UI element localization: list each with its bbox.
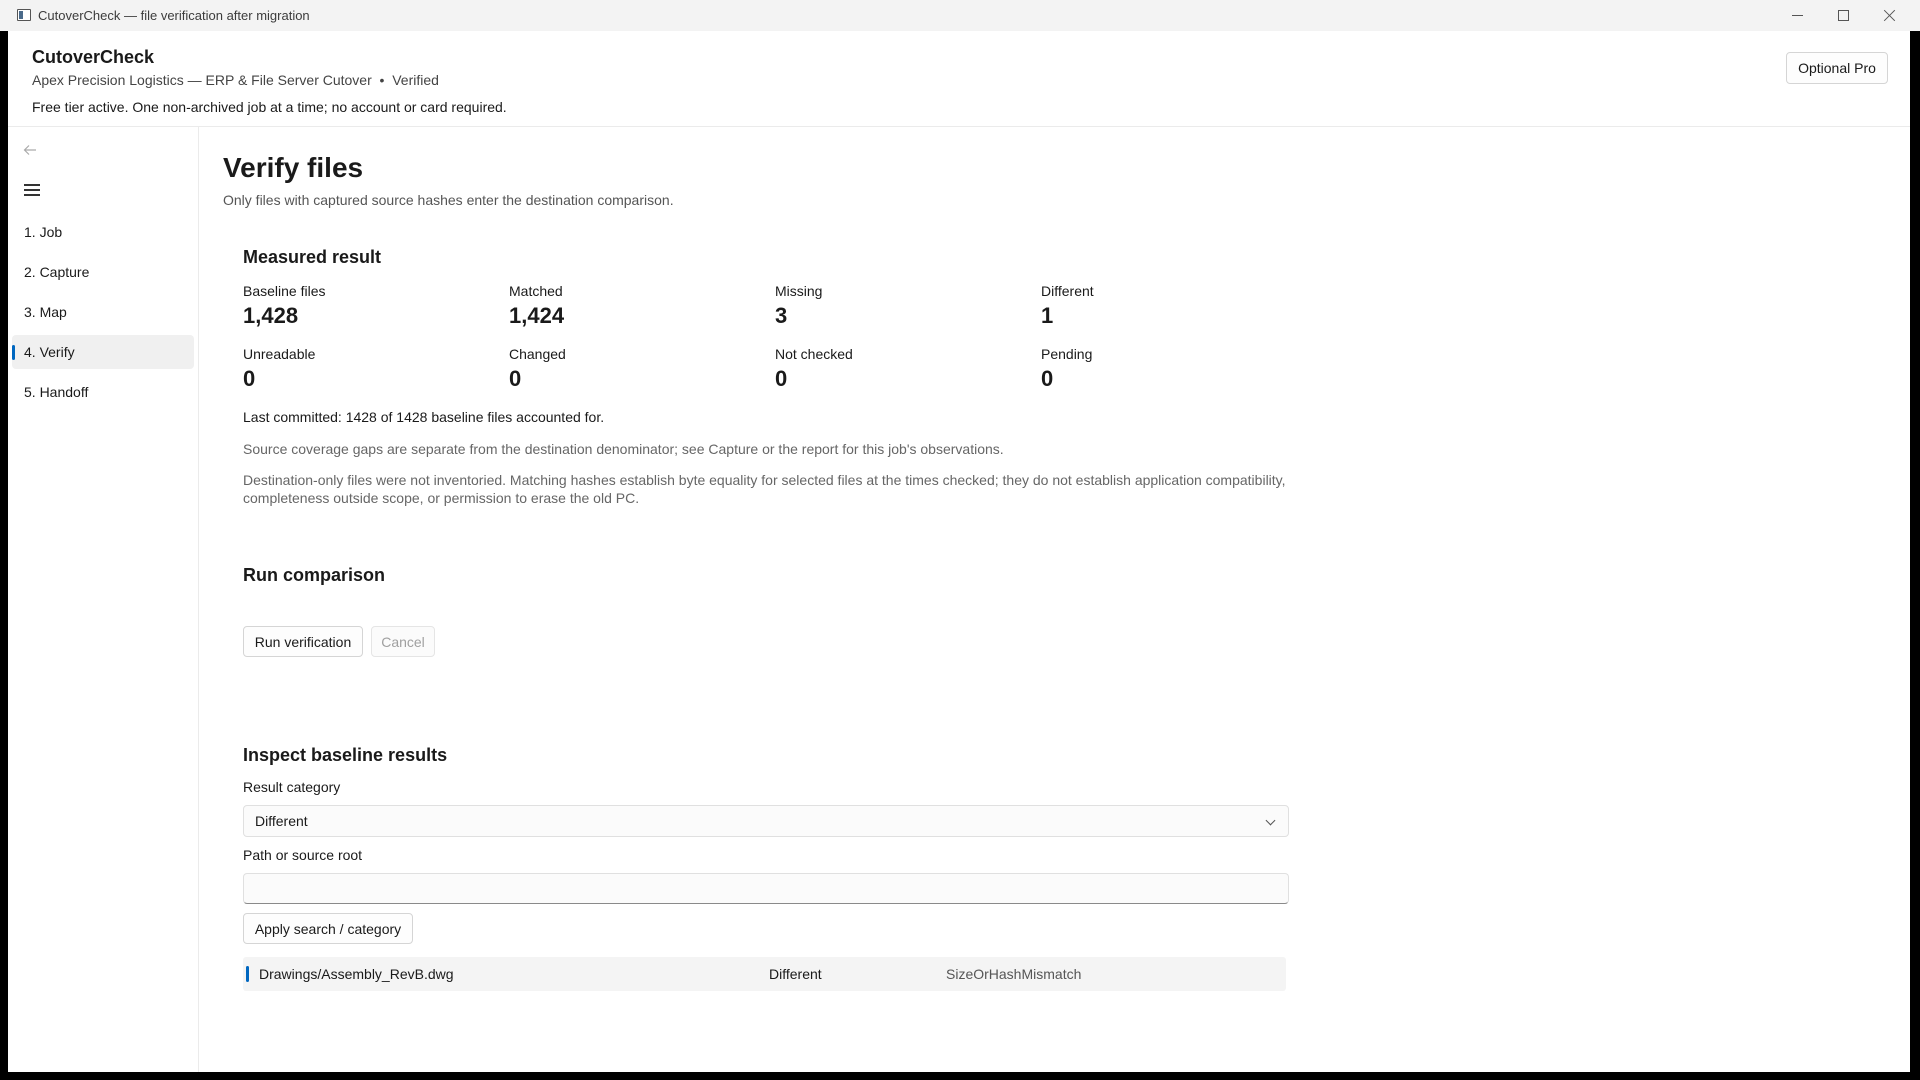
close-button[interactable] (1866, 0, 1912, 31)
metric-value: 1,428 (243, 303, 299, 328)
metric-not-checked: Not checked 0 (775, 346, 1015, 392)
run-comparison-heading: Run comparison (243, 565, 386, 585)
metric-value: 1 (1041, 303, 1054, 328)
app-name: CutoverCheck (32, 47, 155, 67)
nav-item-verify[interactable]: 4. Verify (12, 335, 194, 369)
tier-notice: Free tier active. One non-archived job a… (32, 99, 507, 115)
apply-search-button[interactable]: Apply search / category (243, 913, 413, 944)
metric-label: Different (1041, 283, 1094, 299)
selection-indicator (246, 966, 249, 982)
metric-pending: Pending 0 (1041, 346, 1281, 392)
nav-item-job[interactable]: 1. Job (12, 215, 194, 249)
metric-different: Different 1 (1041, 283, 1281, 329)
nav-item-map[interactable]: 3. Map (12, 295, 194, 329)
nav-item-capture[interactable]: 2. Capture (12, 255, 194, 289)
metric-label: Not checked (775, 346, 853, 362)
metric-matched: Matched 1,424 (509, 283, 749, 329)
optional-pro-button[interactable]: Optional Pro (1786, 52, 1888, 84)
run-verification-button[interactable]: Run verification (243, 626, 363, 657)
close-icon (1883, 9, 1896, 22)
app-icon (17, 9, 31, 21)
metric-value: 0 (775, 366, 788, 391)
window-border-right (1910, 31, 1920, 1080)
minimize-icon (1791, 15, 1803, 16)
path-label: Path or source root (243, 847, 363, 863)
metric-label: Unreadable (243, 346, 316, 362)
maximize-button[interactable] (1820, 0, 1866, 31)
metric-label: Pending (1041, 346, 1093, 362)
metric-label: Baseline files (243, 283, 326, 299)
app-window: CutoverCheck — file verification after m… (0, 0, 1920, 1080)
chevron-down-icon (1265, 815, 1276, 826)
last-committed-text: Last committed: 1428 of 1428 baseline fi… (243, 409, 605, 425)
inspect-results-heading: Inspect baseline results (243, 745, 448, 765)
job-status-line: Apex Precision Logistics — ERP & File Se… (32, 72, 439, 88)
window-border-bottom (0, 1072, 1920, 1080)
metric-value: 1,424 (509, 303, 565, 328)
scope-disclaimer: Destination-only files were not inventor… (243, 472, 1286, 506)
result-path: Drawings/Assembly_RevB.dwg (259, 966, 454, 982)
metric-baseline-files: Baseline files 1,428 (243, 283, 483, 329)
minimize-button[interactable] (1774, 0, 1820, 31)
metric-value: 0 (243, 366, 256, 391)
result-category-value: Different (255, 813, 308, 829)
path-search-input[interactable] (243, 873, 1289, 904)
metric-label: Missing (775, 283, 823, 299)
metric-value: 0 (509, 366, 522, 391)
measured-result-heading: Measured result (243, 247, 382, 267)
back-arrow-icon[interactable] (22, 142, 42, 162)
metric-value: 0 (1041, 366, 1054, 391)
metric-label: Matched (509, 283, 563, 299)
result-category-select[interactable]: Different (243, 805, 1289, 837)
page-title: Verify files (223, 152, 364, 183)
metric-changed: Changed 0 (509, 346, 749, 392)
nav-item-handoff[interactable]: 5. Handoff (12, 375, 194, 409)
maximize-icon (1837, 10, 1849, 21)
window-title: CutoverCheck — file verification after m… (38, 8, 310, 23)
page-subtitle: Only files with captured source hashes e… (223, 192, 674, 208)
window-border-left (0, 31, 8, 1080)
coverage-note: Source coverage gaps are separate from t… (243, 441, 1004, 457)
title-bar: CutoverCheck — file verification after m… (0, 0, 1920, 31)
main-content-pane (198, 127, 1910, 1072)
table-row[interactable]: Drawings/Assembly_RevB.dwg Different Siz… (243, 957, 1286, 991)
metric-unreadable: Unreadable 0 (243, 346, 483, 392)
cancel-button[interactable]: Cancel (371, 626, 435, 657)
hamburger-menu-icon[interactable] (24, 184, 40, 196)
metric-missing: Missing 3 (775, 283, 1015, 329)
metric-label: Changed (509, 346, 566, 362)
result-reason: SizeOrHashMismatch (946, 966, 1082, 982)
result-category-label: Result category (243, 779, 341, 795)
metric-value: 3 (775, 303, 788, 328)
result-status: Different (769, 966, 822, 982)
